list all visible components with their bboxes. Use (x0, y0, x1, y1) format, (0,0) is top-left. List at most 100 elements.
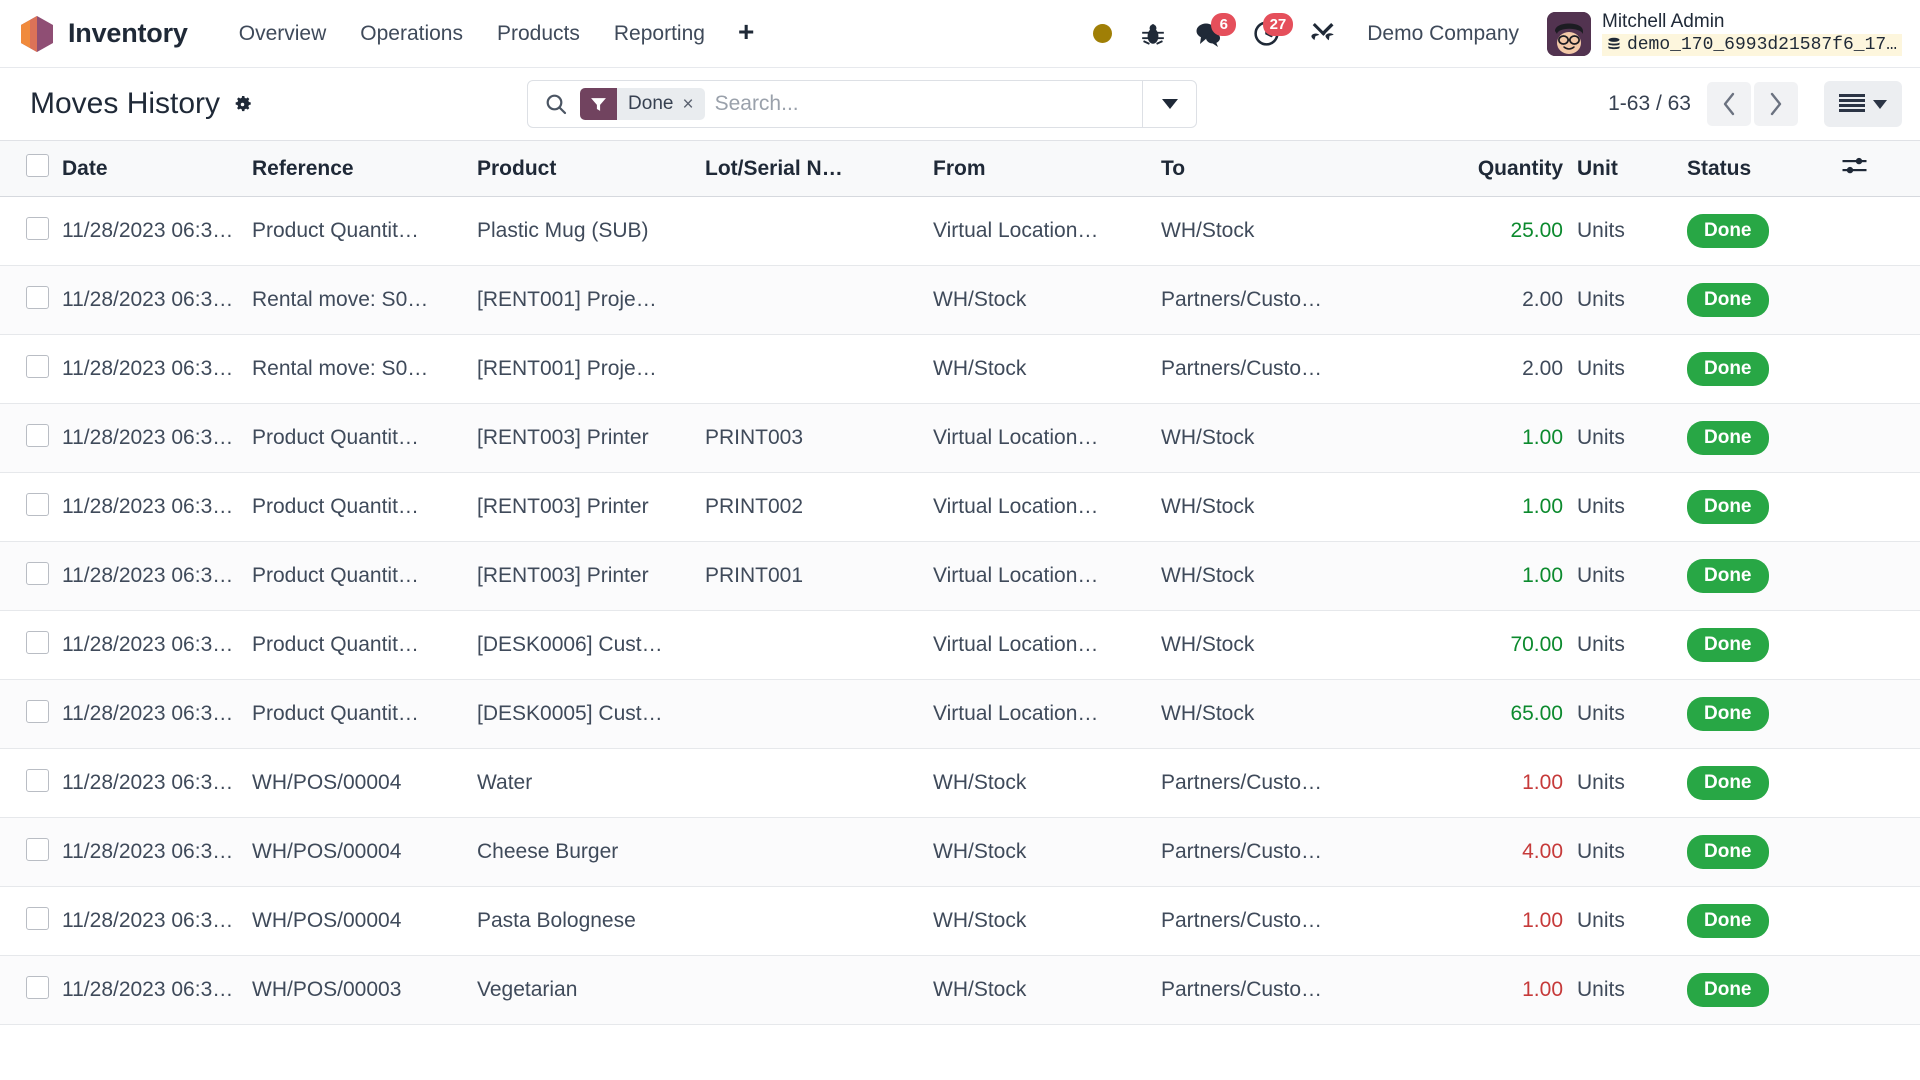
cell-optional (1842, 887, 1920, 956)
activity-dot-indicator[interactable] (1079, 10, 1126, 58)
row-checkbox[interactable] (26, 562, 49, 585)
column-header-lot[interactable]: Lot/Serial N… (705, 141, 933, 197)
breadcrumb: Moves History (30, 87, 253, 121)
tools-icon[interactable] (1295, 10, 1351, 58)
row-select-cell (0, 473, 62, 542)
company-switcher[interactable]: Demo Company (1351, 14, 1535, 54)
cell-unit: Units (1577, 473, 1687, 542)
column-header-from[interactable]: From (933, 141, 1161, 197)
row-checkbox[interactable] (26, 907, 49, 930)
user-avatar[interactable] (1547, 12, 1591, 56)
activities-clock-icon[interactable]: 27 (1238, 10, 1295, 58)
cell-to: Partners/Custo… (1161, 818, 1429, 887)
pager-next-button[interactable] (1754, 82, 1798, 126)
table-row[interactable]: 11/28/2023 06:3…Product Quantit…[RENT003… (0, 542, 1920, 611)
search-view[interactable]: Done × (527, 80, 1197, 128)
row-checkbox[interactable] (26, 217, 49, 240)
column-header-to[interactable]: To (1161, 141, 1429, 197)
row-checkbox[interactable] (26, 976, 49, 999)
column-header-quantity[interactable]: Quantity (1429, 141, 1577, 197)
pager-buttons (1707, 82, 1798, 126)
close-icon[interactable]: × (682, 95, 693, 114)
pager-count[interactable]: 1-63 / 63 (1608, 92, 1691, 116)
status-badge: Done (1687, 559, 1769, 593)
search-input[interactable] (715, 81, 1142, 127)
database-name-text: demo_170_6993d21587f6_17… (1627, 35, 1897, 55)
row-checkbox[interactable] (26, 631, 49, 654)
activities-badge: 27 (1263, 13, 1294, 36)
cell-reference: Product Quantit… (252, 611, 477, 680)
caret-down-icon (1873, 100, 1887, 109)
row-select-cell (0, 404, 62, 473)
cell-product: Water (477, 749, 705, 818)
table-row[interactable]: 11/28/2023 06:3…WH/POS/00003VegetarianWH… (0, 956, 1920, 1025)
messages-icon[interactable]: 6 (1180, 10, 1238, 58)
cell-from: WH/Stock (933, 749, 1161, 818)
cell-status: Done (1687, 611, 1842, 680)
table-row[interactable]: 11/28/2023 06:3…Product Quantit…[RENT003… (0, 404, 1920, 473)
cell-date: 11/28/2023 06:3… (62, 956, 252, 1025)
row-select-cell (0, 749, 62, 818)
brand-block[interactable]: Inventory (20, 15, 188, 53)
search-facet-done[interactable]: Done × (580, 88, 705, 120)
cell-date: 11/28/2023 06:3… (62, 473, 252, 542)
odoo-hexagon-logo[interactable] (20, 15, 54, 53)
cell-quantity: 1.00 (1429, 404, 1577, 473)
row-select-cell (0, 197, 62, 266)
gear-icon[interactable] (232, 94, 253, 115)
row-checkbox[interactable] (26, 493, 49, 516)
menu-item-operations[interactable]: Operations (343, 14, 480, 54)
cell-optional (1842, 749, 1920, 818)
table-row[interactable]: 11/28/2023 06:3…Product Quantit…[DESK000… (0, 680, 1920, 749)
status-badge: Done (1687, 973, 1769, 1007)
status-badge: Done (1687, 697, 1769, 731)
row-select-cell (0, 542, 62, 611)
table-row[interactable]: 11/28/2023 06:3…WH/POS/00004Cheese Burge… (0, 818, 1920, 887)
cell-reference: Rental move: S0… (252, 266, 477, 335)
user-menu[interactable]: Mitchell Admin demo_170_6993d21587f6_17… (1535, 9, 1906, 59)
column-header-date[interactable]: Date (62, 141, 252, 197)
menu-item-products[interactable]: Products (480, 14, 597, 54)
cell-product: Pasta Bolognese (477, 887, 705, 956)
table-row[interactable]: 11/28/2023 06:3…Product Quantit…[RENT003… (0, 473, 1920, 542)
cell-reference: Rental move: S0… (252, 335, 477, 404)
cell-from: Virtual Location… (933, 473, 1161, 542)
bug-icon[interactable] (1126, 10, 1180, 58)
column-settings-icon[interactable] (1842, 155, 1867, 183)
column-header-product[interactable]: Product (477, 141, 705, 197)
search-dropdown-toggle[interactable] (1142, 81, 1196, 127)
pager-previous-button[interactable] (1707, 82, 1751, 126)
menu-item-overview[interactable]: Overview (222, 14, 344, 54)
table-row[interactable]: 11/28/2023 06:3…Product Quantit…[DESK000… (0, 611, 1920, 680)
column-header-reference[interactable]: Reference (252, 141, 477, 197)
cell-reference: Product Quantit… (252, 197, 477, 266)
cell-to: Partners/Custo… (1161, 335, 1429, 404)
cell-quantity: 2.00 (1429, 335, 1577, 404)
column-header-unit[interactable]: Unit (1577, 141, 1687, 197)
menu-item-reporting[interactable]: Reporting (597, 14, 722, 54)
cell-quantity: 25.00 (1429, 197, 1577, 266)
row-select-cell (0, 680, 62, 749)
row-checkbox[interactable] (26, 355, 49, 378)
page-title: Moves History (30, 87, 220, 121)
add-menu-button[interactable]: + (722, 16, 770, 52)
table-row[interactable]: 11/28/2023 06:3…WH/POS/00004Pasta Bologn… (0, 887, 1920, 956)
cell-unit: Units (1577, 956, 1687, 1025)
table-row[interactable]: 11/28/2023 06:3…Product Quantit…Plastic … (0, 197, 1920, 266)
row-checkbox[interactable] (26, 424, 49, 447)
row-checkbox[interactable] (26, 700, 49, 723)
table-row[interactable]: 11/28/2023 06:3…Rental move: S0…[RENT001… (0, 266, 1920, 335)
cell-unit: Units (1577, 611, 1687, 680)
row-checkbox[interactable] (26, 769, 49, 792)
cell-quantity: 4.00 (1429, 818, 1577, 887)
table-row[interactable]: 11/28/2023 06:3…WH/POS/00004WaterWH/Stoc… (0, 749, 1920, 818)
table-row[interactable]: 11/28/2023 06:3…Rental move: S0…[RENT001… (0, 335, 1920, 404)
status-badge: Done (1687, 766, 1769, 800)
cell-unit: Units (1577, 197, 1687, 266)
column-header-status[interactable]: Status (1687, 141, 1842, 197)
cell-optional (1842, 197, 1920, 266)
select-all-checkbox[interactable] (26, 154, 49, 177)
view-switcher-list[interactable] (1824, 81, 1902, 127)
row-checkbox[interactable] (26, 286, 49, 309)
row-checkbox[interactable] (26, 838, 49, 861)
